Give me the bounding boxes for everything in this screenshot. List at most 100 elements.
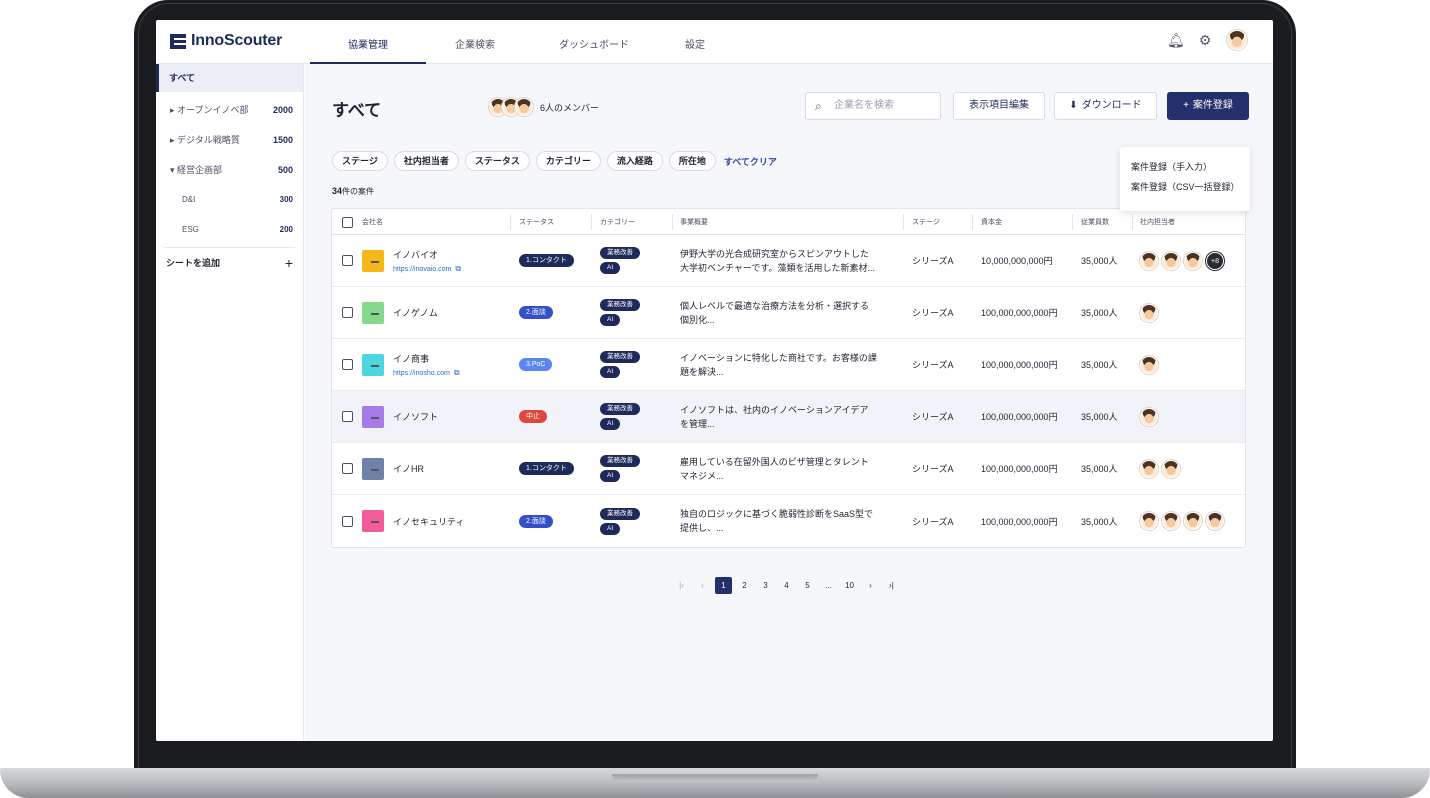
header-employees[interactable]: 従業員数	[1081, 209, 1131, 235]
owner-avatar[interactable]	[1184, 251, 1202, 270]
company-name[interactable]: イノセキュリティ	[393, 515, 464, 528]
page-button[interactable]: 2	[736, 577, 753, 594]
owner-avatar[interactable]	[1162, 512, 1180, 530]
row-checkbox[interactable]	[342, 359, 353, 370]
owner-avatar[interactable]	[1140, 512, 1158, 530]
status-badge[interactable]: 1.コンタクト	[519, 462, 574, 475]
summary-line: 伊野大学の光合成研究室からスピンアウトした	[680, 248, 870, 259]
user-avatar[interactable]	[1227, 30, 1247, 50]
company-url: https://inosho.com	[393, 369, 450, 377]
row-checkbox[interactable]	[342, 411, 353, 422]
table-row[interactable]: イノバイオ https://inovaio.com ⧉ 1.コンタクト 業務改善 A…	[332, 235, 1245, 287]
page-button[interactable]: 3	[757, 577, 774, 594]
sidebar-item-digital-strategy[interactable]: ▸ デジタル戦略質 1500	[156, 125, 303, 155]
status-badge[interactable]: 1.コンタクト	[519, 254, 574, 267]
first-page-button[interactable]: |‹	[673, 577, 690, 594]
company-cell: イノ商事 https://inosho.com ⧉	[362, 339, 508, 390]
category-badge: AI	[600, 262, 621, 274]
row-checkbox[interactable]	[342, 255, 353, 266]
owner-avatar[interactable]	[1162, 459, 1180, 478]
filter-source[interactable]: 流入経路	[606, 151, 663, 171]
tab-dashboard[interactable]: ダッシュボード	[524, 20, 664, 64]
company-url-link[interactable]: https://inosho.com ⧉	[393, 368, 460, 378]
header-stage[interactable]: ステージ	[912, 209, 978, 235]
header-summary[interactable]: 事業概要	[680, 209, 902, 235]
sidebar-item-count: 2000	[272, 105, 293, 115]
sidebar-item-corporate-planning[interactable]: ▾ 経営企画部 500	[156, 155, 303, 185]
owner-avatar[interactable]	[1140, 303, 1158, 322]
table-row[interactable]: イノHR 1.コンタクト 業務改善 AI 雇用している在留外国人のビザ管理とタレン…	[332, 443, 1245, 495]
table-row[interactable]: イノセキュリティ 2.面談 業務改善 AI 独自のロジックに基づく脆弱性診断をSa…	[332, 495, 1245, 547]
plus-icon[interactable]: +	[285, 248, 293, 278]
select-all-checkbox[interactable]	[342, 216, 353, 228]
status-badge[interactable]: 2.面談	[519, 514, 553, 528]
row-checkbox[interactable]	[342, 307, 353, 318]
owner-avatar[interactable]	[1140, 459, 1158, 478]
table-row[interactable]: イノ商事 https://inosho.com ⧉ 3.PoC 業務改善 AI イノ…	[332, 339, 1245, 391]
company-url-link[interactable]: https://inovaio.com ⧉	[393, 264, 461, 274]
owner-avatar[interactable]	[1162, 251, 1180, 270]
edit-columns-button[interactable]: 表示項目編集	[953, 92, 1045, 120]
add-sheet-button[interactable]: シートを追加 +	[156, 248, 303, 278]
company-cell: イノセキュリティ	[362, 495, 508, 547]
register-deal-button[interactable]: + 案件登録	[1167, 92, 1249, 120]
member-list[interactable]: 6人のメンバー	[489, 98, 599, 116]
status-badge[interactable]: 2.面談	[519, 306, 553, 319]
download-button[interactable]: ⬇ ダウンロード	[1054, 92, 1157, 120]
app-logo[interactable]: InnoScouter	[170, 32, 282, 50]
sidebar-item-esg[interactable]: ESG 200	[156, 215, 303, 245]
sidebar-item-label: D&I	[182, 195, 196, 204]
gear-icon[interactable]: ⚙	[1197, 32, 1213, 49]
tab-company-search[interactable]: 企業検索	[426, 20, 524, 64]
company-name[interactable]: イノソフト	[393, 410, 438, 423]
page-button[interactable]: 10	[841, 577, 858, 594]
clear-all-filters-link[interactable]: すべてクリア	[724, 155, 777, 168]
status-badge[interactable]: 3.PoC	[519, 358, 553, 371]
owner-avatar[interactable]	[1140, 251, 1158, 270]
summary-cell: 独自のロジックに基づく脆弱性診断をSaaS型で 提供し、...	[680, 495, 902, 547]
row-checkbox[interactable]	[342, 515, 353, 527]
sidebar-item-all[interactable]: すべて	[156, 64, 303, 92]
owner-avatar[interactable]	[1140, 355, 1158, 374]
filter-stage[interactable]: ステージ	[332, 151, 388, 171]
sidebar-item-dni[interactable]: D&I 300	[156, 185, 303, 215]
summary-line: を管理...	[680, 418, 715, 429]
filter-status[interactable]: ステータス	[464, 151, 530, 171]
page-button[interactable]: 5	[799, 577, 816, 594]
header-status[interactable]: ステータス	[519, 209, 599, 235]
page-button-current[interactable]: 1	[715, 577, 732, 594]
filter-category[interactable]: カテゴリー	[535, 151, 601, 171]
sidebar-item-label: ▸ デジタル戦略質	[170, 135, 240, 145]
row-checkbox[interactable]	[342, 463, 353, 474]
main-tabs: 協業管理 企業検索 ダッシュボード 設定	[310, 20, 726, 64]
filter-owner[interactable]: 社内担当者	[393, 151, 459, 171]
page-button[interactable]: 4	[778, 577, 795, 594]
tab-settings[interactable]: 設定	[664, 20, 726, 64]
bell-icon[interactable]: 🔔︎	[1167, 32, 1185, 49]
menu-item-manual-register[interactable]: 案件登録（手入力）	[1120, 157, 1250, 177]
status-badge[interactable]: 中止	[519, 410, 547, 423]
company-name[interactable]: イノHR	[393, 462, 424, 475]
header-capital[interactable]: 資本金	[981, 209, 1081, 235]
tab-collaboration[interactable]: 協業管理	[310, 20, 426, 64]
last-page-button[interactable]: ›|	[883, 577, 900, 594]
header-owners[interactable]: 社内担当者	[1140, 209, 1244, 235]
sidebar-item-open-innovation[interactable]: ▸ オープンイノベ部 2000	[156, 95, 303, 125]
menu-item-csv-register[interactable]: 案件登録（CSV一括登録）	[1120, 177, 1250, 197]
stage-cell: シリーズA	[912, 412, 954, 422]
filter-location[interactable]: 所在地	[668, 151, 716, 171]
table-row[interactable]: イノゲノム 2.面談 業務改善 AI 個人レベルで最適な治療方法を分析・選択する個…	[332, 287, 1245, 339]
company-name[interactable]: イノバイオ	[393, 248, 461, 261]
owner-avatar[interactable]	[1206, 512, 1224, 530]
more-owners-badge[interactable]: +8	[1206, 251, 1224, 270]
company-name[interactable]: イノゲノム	[393, 306, 438, 319]
company-search-input[interactable]: ⌕ 企業名を検索	[805, 92, 941, 120]
prev-page-button[interactable]: ‹	[694, 577, 711, 594]
company-name[interactable]: イノ商事	[393, 352, 460, 365]
table-row[interactable]: イノソフト 中止 業務改善 AI イノソフトは、社内のイノベーションアイデア を管理…	[332, 391, 1245, 443]
header-company[interactable]: 会社名	[362, 209, 508, 235]
header-category[interactable]: カテゴリー	[600, 209, 678, 235]
owner-avatar[interactable]	[1184, 512, 1202, 530]
next-page-button[interactable]: ›	[862, 577, 879, 594]
owner-avatar[interactable]	[1140, 407, 1158, 426]
